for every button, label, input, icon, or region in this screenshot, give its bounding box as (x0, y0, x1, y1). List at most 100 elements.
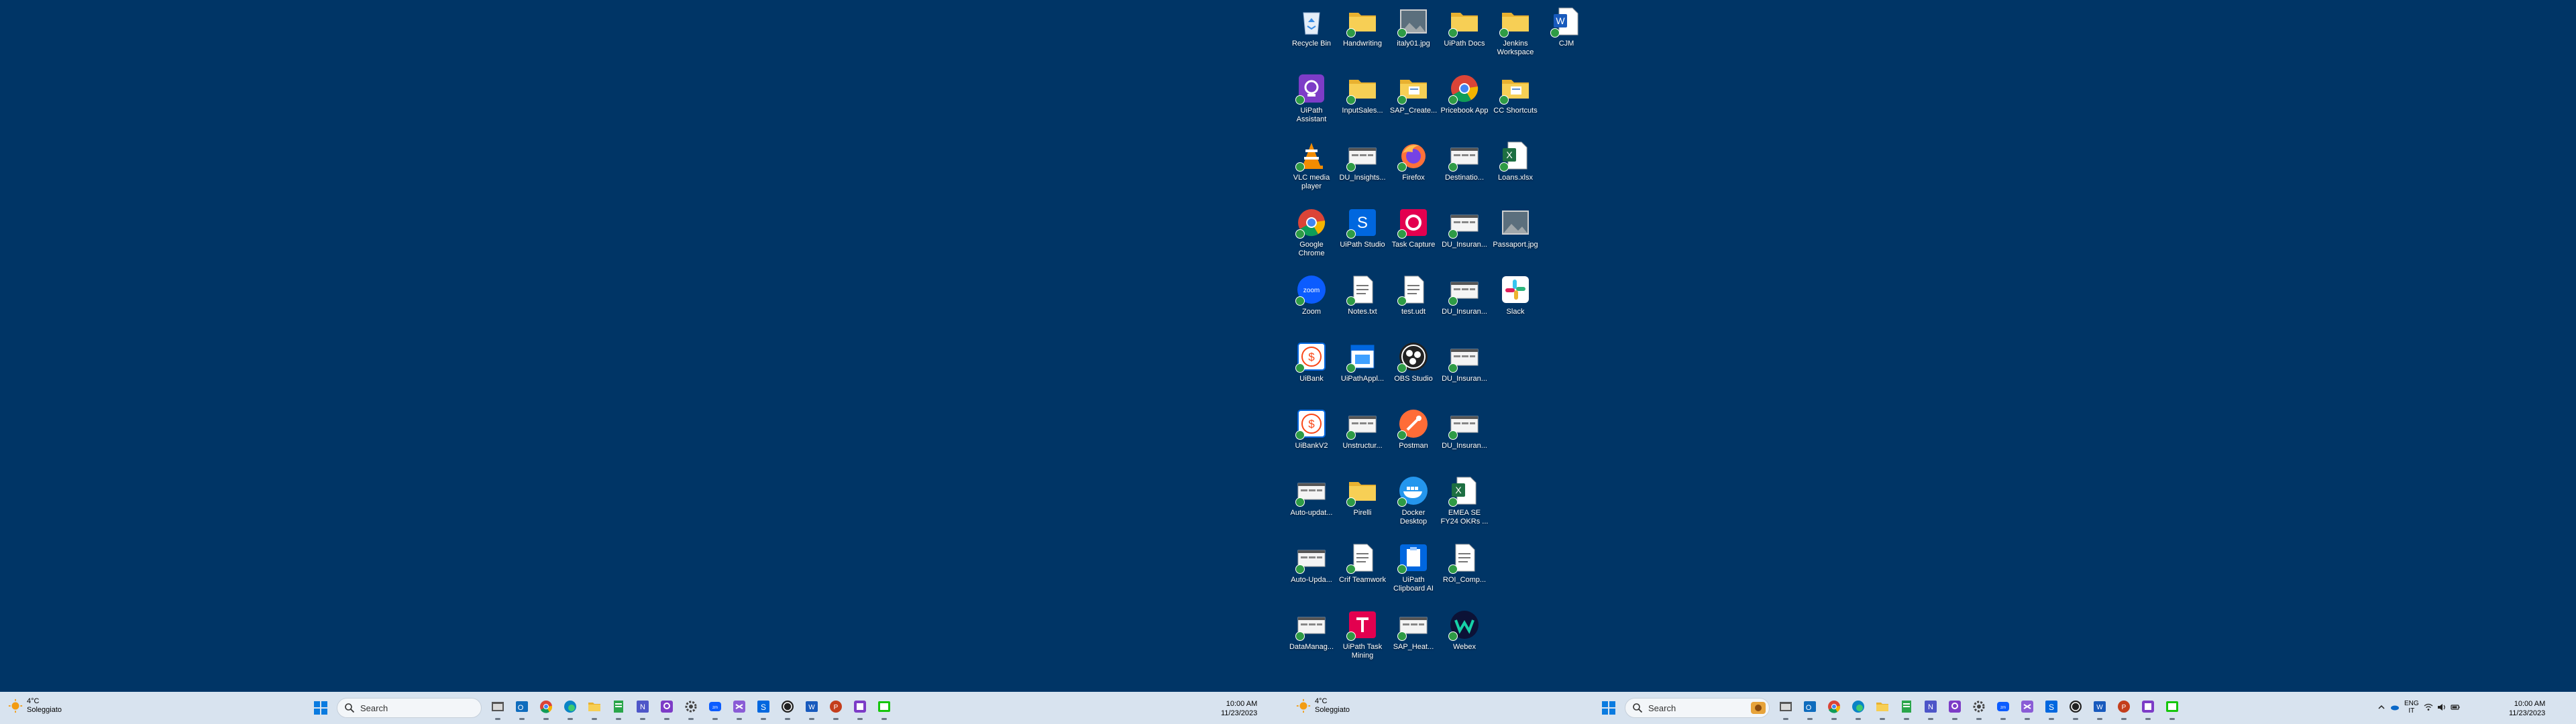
taskbar-app-powerpoint[interactable]: P (2112, 695, 2136, 721)
taskbar-app-settings[interactable] (679, 695, 703, 721)
weather-widget[interactable]: 4°C Soleggiato (8, 697, 62, 715)
start-button[interactable] (1597, 695, 1621, 721)
desktop-icon[interactable]: Webex (1439, 605, 1490, 672)
taskbar-app-file-explorer[interactable] (486, 695, 510, 721)
desktop-icon[interactable]: DU_Insuran... (1439, 337, 1490, 404)
onedrive-icon[interactable] (2390, 703, 2400, 712)
taskbar-app-zoom[interactable]: zm (1991, 695, 2015, 721)
clock[interactable]: 10:00 AM 11/23/2023 (1221, 699, 1257, 718)
taskbar-app-uipath-studio[interactable]: S (2039, 695, 2063, 721)
desktop-icon[interactable]: Notes.txt (1337, 269, 1388, 337)
task-capture-icon (1397, 206, 1430, 239)
desktop-icon[interactable]: UiPath Docs (1439, 1, 1490, 68)
weather-widget[interactable]: 4°C Soleggiato (1296, 697, 1350, 715)
taskbar-search-box[interactable]: Search (337, 698, 482, 718)
desktop-icon[interactable]: CC Shortcuts (1490, 68, 1541, 135)
desktop-icon[interactable]: DU_Insuran... (1439, 269, 1490, 337)
desktop-icon[interactable]: Crif Teamwork (1337, 538, 1388, 605)
sync-status-icon (1397, 497, 1407, 507)
desktop-icon[interactable]: Destinatio... (1439, 135, 1490, 202)
desktop-icon[interactable]: Pirelli (1337, 471, 1388, 538)
desktop-icon[interactable]: Firefox (1388, 135, 1439, 202)
battery-icon[interactable] (2451, 703, 2460, 712)
volume-icon[interactable] (2437, 703, 2447, 712)
taskbar-app-word[interactable]: W (800, 695, 824, 721)
taskbar-app-notepad[interactable] (606, 695, 631, 721)
desktop-icon[interactable]: UiPath Clipboard AI (1388, 538, 1439, 605)
wifi-icon[interactable] (2424, 703, 2433, 712)
taskbar-app-obs[interactable] (2063, 695, 2088, 721)
desktop-icon[interactable]: Task Capture (1388, 202, 1439, 269)
desktop-icon[interactable]: $ UiBankV2 (1286, 404, 1337, 471)
sync-status-icon (1397, 363, 1407, 373)
desktop-icon[interactable]: S UiPath Studio (1337, 202, 1388, 269)
taskbar-app-chrome[interactable] (534, 695, 558, 721)
svg-text:S: S (761, 703, 766, 712)
desktop-icon[interactable]: Passaport.jpg (1490, 202, 1541, 269)
taskbar-app-onenote[interactable]: N (631, 695, 655, 721)
desktop-icon[interactable]: OBS Studio (1388, 337, 1439, 404)
desktop-icon[interactable]: Recycle Bin (1286, 1, 1337, 68)
taskbar-app-outlook[interactable]: O (1798, 695, 1822, 721)
taskbar-app-chrome[interactable] (1822, 695, 1846, 721)
desktop-icon[interactable]: test.udt (1388, 269, 1439, 337)
desktop-icon[interactable]: VLC media player (1286, 135, 1337, 202)
desktop-icon[interactable]: DU_Insights... (1337, 135, 1388, 202)
desktop-icon[interactable]: Handwriting (1337, 1, 1388, 68)
taskbar-app-visual-studio[interactable] (727, 695, 751, 721)
clock[interactable]: 10:00 AM 11/23/2023 (2509, 699, 2545, 718)
desktop-icon[interactable]: italy01.jpg (1388, 1, 1439, 68)
taskbar-app-zoom[interactable]: zm (703, 695, 727, 721)
taskbar-app-terminal[interactable] (2160, 695, 2184, 721)
desktop-icon[interactable]: SAP_Create... (1388, 68, 1439, 135)
desktop-icon[interactable]: Auto-updat... (1286, 471, 1337, 538)
taskbar-app-folder[interactable] (582, 695, 606, 721)
desktop-icon[interactable]: X Loans.xlsx (1490, 135, 1541, 202)
desktop-icon[interactable]: Unstructur... (1337, 404, 1388, 471)
taskbar-app-edge[interactable] (1846, 695, 1870, 721)
taskbar-app-settings[interactable] (1967, 695, 1991, 721)
desktop-icon[interactable]: zoom Zoom (1286, 269, 1337, 337)
taskbar-app-folder[interactable] (1870, 695, 1894, 721)
desktop-icon[interactable]: SAP_Heat... (1388, 605, 1439, 672)
desktop-icon[interactable]: DU_Insuran... (1439, 404, 1490, 471)
desktop-icon[interactable]: DU_Insuran... (1439, 202, 1490, 269)
desktop-icon[interactable]: ROI_Comp... (1439, 538, 1490, 605)
desktop-icon[interactable]: Pricebook App (1439, 68, 1490, 135)
taskbar-app-obs[interactable] (775, 695, 800, 721)
desktop-icon[interactable]: InputSales... (1337, 68, 1388, 135)
taskbar-app-uipath-assistant[interactable] (1943, 695, 1967, 721)
desktop-icon[interactable]: Auto-Upda... (1286, 538, 1337, 605)
desktop-icon[interactable]: Jenkins Workspace (1490, 1, 1541, 68)
desktop-icon[interactable]: UiPath Task Mining (1337, 605, 1388, 672)
taskbar-search-box[interactable]: Search (1625, 698, 1770, 718)
taskbar-app-outlook[interactable]: O (510, 695, 534, 721)
desktop-icon[interactable]: Google Chrome (1286, 202, 1337, 269)
start-button[interactable] (309, 695, 333, 721)
taskbar-app-powerpoint[interactable]: P (824, 695, 848, 721)
taskbar-app-uipath-app[interactable] (2136, 695, 2160, 721)
taskbar-app-word[interactable]: W (2088, 695, 2112, 721)
desktop-icon[interactable]: X EMEA SE FY24 OKRs ... (1439, 471, 1490, 538)
taskbar-app-terminal[interactable] (872, 695, 896, 721)
desktop-icon[interactable]: DataManag... (1286, 605, 1337, 672)
taskbar-app-onenote[interactable]: N (1919, 695, 1943, 721)
taskbar-app-uipath-app[interactable] (848, 695, 872, 721)
desktop-icon[interactable]: W CJM (1541, 1, 1592, 68)
taskbar-app-edge[interactable] (558, 695, 582, 721)
taskbar-app-uipath-studio[interactable]: S (751, 695, 775, 721)
desktop-icon[interactable]: Docker Desktop (1388, 471, 1439, 538)
terminal-icon (2165, 699, 2180, 717)
desktop-icon[interactable]: UiPathAppl... (1337, 337, 1388, 404)
language-indicator[interactable]: ENG IT (2404, 700, 2419, 715)
desktop-icon[interactable]: Slack (1490, 269, 1541, 337)
desktop-icon[interactable]: $ UiBank (1286, 337, 1337, 404)
taskbar-app-visual-studio[interactable] (2015, 695, 2039, 721)
shortcut-window-icon (1448, 206, 1481, 239)
taskbar-app-uipath-assistant[interactable] (655, 695, 679, 721)
taskbar-app-file-explorer[interactable] (1774, 695, 1798, 721)
show-hidden-icons-chevron-icon[interactable] (2377, 703, 2386, 712)
desktop-icon[interactable]: UiPath Assistant (1286, 68, 1337, 135)
desktop-icon[interactable]: Postman (1388, 404, 1439, 471)
taskbar-app-notepad[interactable] (1894, 695, 1919, 721)
